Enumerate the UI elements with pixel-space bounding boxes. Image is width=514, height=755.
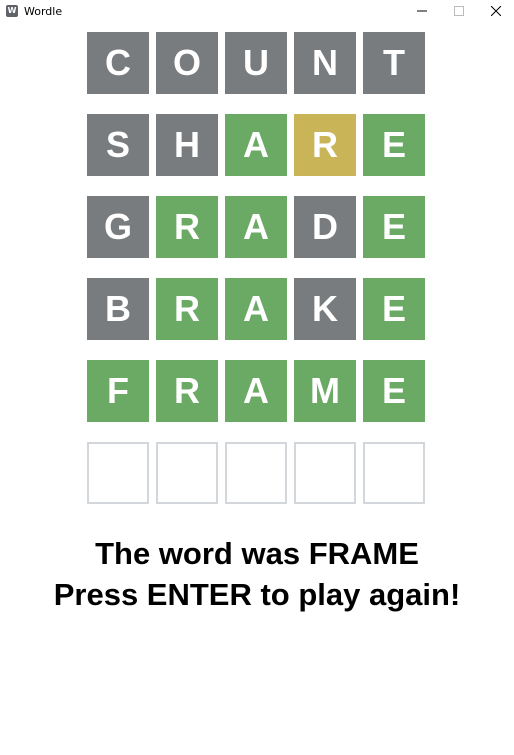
- letter-tile: M: [294, 360, 356, 422]
- letter-tile: U: [225, 32, 287, 94]
- letter-tile: R: [294, 114, 356, 176]
- letter-tile: E: [363, 114, 425, 176]
- letter-tile: F: [87, 360, 149, 422]
- letter-tile: A: [225, 114, 287, 176]
- guess-row: COUNT: [87, 32, 428, 94]
- letter-tile: [363, 442, 425, 504]
- guess-row: GRADE: [87, 196, 428, 258]
- guess-row: BRAKE: [87, 278, 428, 340]
- letter-tile: [156, 442, 218, 504]
- letter-tile: [225, 442, 287, 504]
- window-controls: [403, 0, 514, 22]
- letter-tile: H: [156, 114, 218, 176]
- letter-tile: C: [87, 32, 149, 94]
- result-message: The word was FRAME: [95, 536, 419, 571]
- letter-tile: K: [294, 278, 356, 340]
- letter-tile: O: [156, 32, 218, 94]
- letter-tile: R: [156, 278, 218, 340]
- minimize-icon: [416, 10, 427, 12]
- guess-row: SHARE: [87, 114, 428, 176]
- app-icon: W: [6, 5, 18, 17]
- letter-tile: N: [294, 32, 356, 94]
- letter-tile: R: [156, 196, 218, 258]
- letter-tile: D: [294, 196, 356, 258]
- letter-tile: [294, 442, 356, 504]
- maximize-button[interactable]: [440, 0, 477, 22]
- minimize-button[interactable]: [403, 0, 440, 22]
- letter-tile: R: [156, 360, 218, 422]
- close-button[interactable]: [477, 0, 514, 22]
- letter-tile: E: [363, 278, 425, 340]
- title-bar[interactable]: W Wordle: [0, 0, 514, 22]
- guess-row: [87, 442, 428, 504]
- letter-tile: A: [225, 196, 287, 258]
- maximize-icon: [453, 6, 464, 16]
- window-title: Wordle: [24, 4, 63, 18]
- letter-tile: B: [87, 278, 149, 340]
- letter-tile: S: [87, 114, 149, 176]
- letter-tile: G: [87, 196, 149, 258]
- letter-tile: E: [363, 360, 425, 422]
- letter-tile: A: [225, 278, 287, 340]
- letter-tile: A: [225, 360, 287, 422]
- letter-tile: T: [363, 32, 425, 94]
- close-icon: [490, 6, 501, 16]
- letter-tile: [87, 442, 149, 504]
- letter-tile: E: [363, 196, 425, 258]
- guess-row: FRAME: [87, 360, 428, 422]
- game-board: COUNTSHAREGRADEBRAKEFRAME: [87, 32, 428, 524]
- game-window: W Wordle COUNTSHAREGRADEBRAKEFRAME The w…: [0, 0, 514, 755]
- replay-prompt: Press ENTER to play again!: [53, 577, 461, 612]
